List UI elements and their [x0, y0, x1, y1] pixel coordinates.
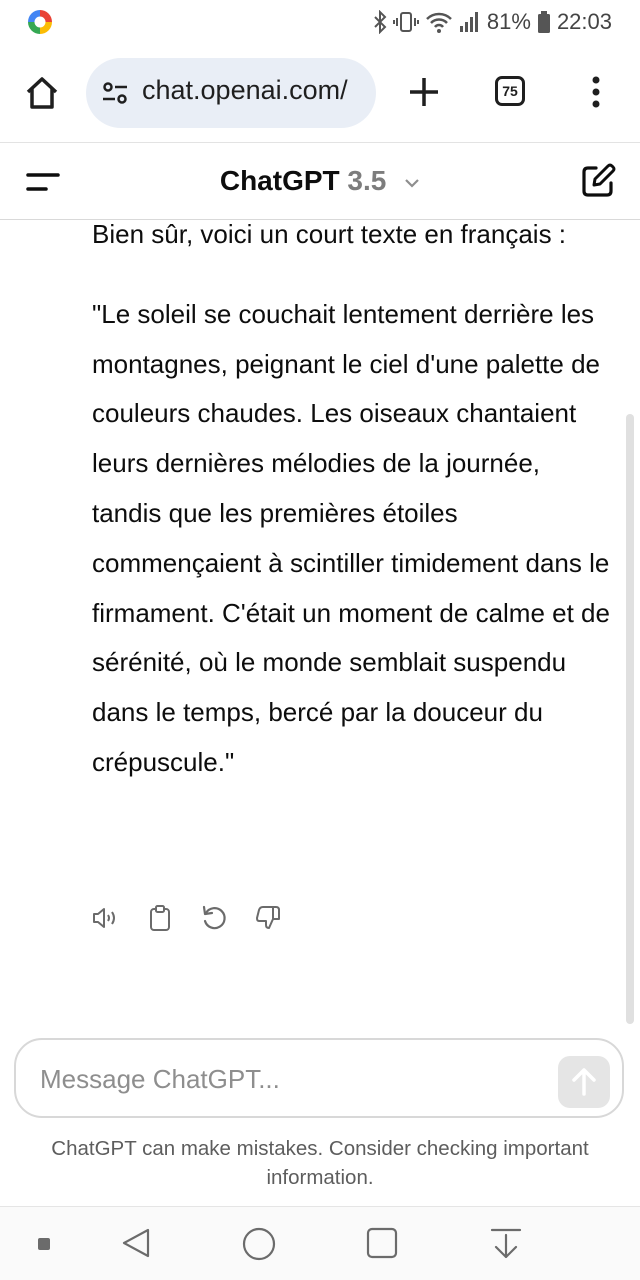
- browser-app-icon: [26, 8, 54, 36]
- thumbs-down-icon[interactable]: [254, 904, 282, 932]
- home-circle-icon[interactable]: [242, 1227, 276, 1261]
- new-chat-icon[interactable]: [580, 163, 616, 199]
- site-settings-icon[interactable]: [102, 80, 128, 106]
- model-selector[interactable]: ChatGPT 3.5: [0, 165, 640, 197]
- message-actions: [92, 904, 282, 932]
- bluetooth-icon: [373, 10, 387, 34]
- recents-icon[interactable]: [366, 1227, 398, 1259]
- page-title: ChatGPT: [219, 165, 340, 196]
- browser-toolbar: chat.openai.com/ 75: [0, 48, 640, 140]
- vibrate-icon: [392, 10, 419, 34]
- hide-keyboard-icon[interactable]: [490, 1227, 522, 1261]
- message-input[interactable]: [38, 1058, 522, 1100]
- menu-dot-icon[interactable]: [38, 1237, 50, 1250]
- battery-level: 81%: [486, 9, 531, 34]
- chatgpt-header: ChatGPT 3.5: [0, 142, 640, 220]
- back-icon[interactable]: [120, 1227, 152, 1259]
- chevron-down-icon: [404, 164, 420, 196]
- disclaimer-text: ChatGPT can make mistakes. Consider chec…: [51, 1137, 589, 1189]
- tab-switcher-button[interactable]: 75: [495, 76, 525, 106]
- more-menu-icon[interactable]: [584, 72, 608, 112]
- address-bar[interactable]: chat.openai.com/: [86, 58, 376, 128]
- signal-icon: [459, 10, 481, 34]
- status-bar: 81% 22:03: [0, 0, 640, 44]
- new-tab-button[interactable]: [404, 72, 444, 112]
- regenerate-icon[interactable]: [200, 904, 228, 932]
- send-button[interactable]: [558, 1056, 610, 1108]
- message-paragraph: Bien sûr, voici un court texte en frança…: [92, 220, 567, 249]
- url-text[interactable]: chat.openai.com/: [142, 75, 368, 106]
- model-version: 3.5: [347, 165, 387, 196]
- speaker-icon[interactable]: [92, 904, 120, 932]
- clipboard-icon[interactable]: [146, 904, 174, 932]
- clock: 22:03: [556, 9, 612, 34]
- assistant-message: Bien sûr, voici un court texte en frança…: [92, 220, 612, 1020]
- scrollbar[interactable]: [626, 414, 634, 1024]
- system-navigation-bar: [0, 1206, 640, 1280]
- battery-icon: [537, 10, 551, 34]
- wifi-icon: [425, 10, 453, 34]
- home-button[interactable]: [22, 73, 62, 113]
- message-paragraph: "Le soleil se couchait lentement derrièr…: [92, 298, 610, 777]
- message-composer: [14, 1038, 624, 1118]
